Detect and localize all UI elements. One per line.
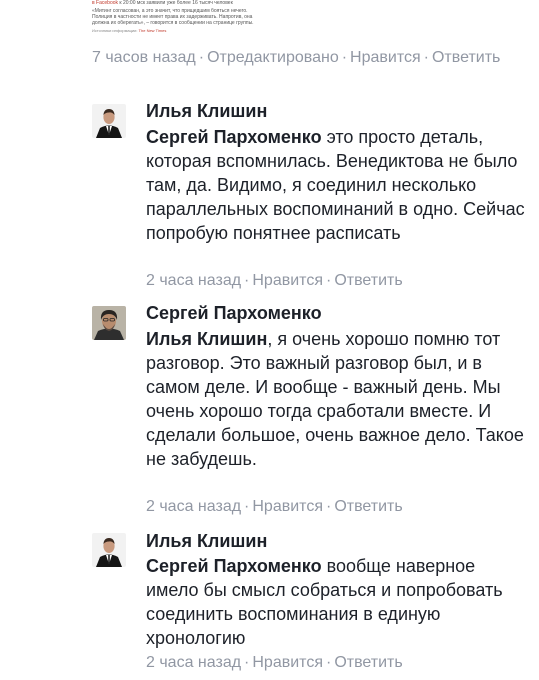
mention-link[interactable]: Сергей Пархоменко xyxy=(146,127,322,147)
reply-link[interactable]: Ответить xyxy=(432,49,500,66)
comment-body-text: , я очень хорошо помню тот разговор. Это… xyxy=(146,329,524,469)
comment-meta: 2 часа назад · Нравится · Ответить xyxy=(146,652,526,673)
like-link[interactable]: Нравится xyxy=(252,654,323,671)
timestamp[interactable]: 7 часов назад xyxy=(92,49,196,66)
timestamp[interactable]: 2 часа назад xyxy=(146,654,241,671)
separator-dot: · xyxy=(325,654,332,671)
comment-meta: 2 часа назад · Нравится · Ответить xyxy=(146,270,526,291)
like-link[interactable]: Нравится xyxy=(252,498,323,515)
separator-dot: · xyxy=(244,498,250,515)
person-avatar-icon xyxy=(92,104,126,138)
embed-source-prefix: Источники информации: xyxy=(92,28,139,33)
separator-dot: · xyxy=(325,498,332,515)
top-comment-meta: 7 часов назад · Отредактировано · Нравится · О… xyxy=(92,47,512,68)
avatar[interactable] xyxy=(92,306,126,340)
comment-author[interactable]: Илья Клишин xyxy=(146,99,267,123)
embedded-article-snippet: в Facebook к 20:00 мск заявили уже более… xyxy=(92,0,270,38)
like-link[interactable]: Нравится xyxy=(252,272,323,289)
comment-text: Илья Клишин, я очень хорошо помню тот ра… xyxy=(146,327,531,471)
timestamp[interactable]: 2 часа назад xyxy=(146,498,241,515)
separator-dot: · xyxy=(244,272,250,289)
separator-dot: · xyxy=(423,49,429,66)
mention-link[interactable]: Илья Клишин xyxy=(146,329,267,349)
embed-line-1: в Facebook к 20:00 мск заявили уже более… xyxy=(92,0,270,6)
reply-link[interactable]: Ответить xyxy=(334,654,402,671)
like-link[interactable]: Нравится xyxy=(350,49,421,66)
comment-author[interactable]: Сергей Пархоменко xyxy=(146,301,322,325)
person-avatar-icon xyxy=(92,533,126,567)
embed-line-4: должна их оберегать», – говорится в сооб… xyxy=(92,20,254,26)
embed-source-link[interactable]: The New Times xyxy=(139,28,167,33)
comment-text: Сергей Пархоменко вообще наверное имело … xyxy=(146,554,531,650)
separator-dot: · xyxy=(244,654,250,671)
reply-link[interactable]: Ответить xyxy=(334,272,402,289)
comment-meta: 2 часа назад · Нравится · Ответить xyxy=(146,496,526,517)
embed-facebook-link[interactable]: в Facebook xyxy=(92,0,118,6)
comment-author[interactable]: Илья Клишин xyxy=(146,529,267,553)
avatar[interactable] xyxy=(92,533,126,567)
separator-dot: · xyxy=(198,49,205,66)
timestamp[interactable]: 2 часа назад xyxy=(146,272,241,289)
comment-text: Сергей Пархоменко это просто деталь, кот… xyxy=(146,125,531,245)
separator-dot: · xyxy=(325,272,332,289)
embed-source-line: Источники информации: The New Times xyxy=(92,28,270,34)
separator-dot: · xyxy=(341,49,348,66)
person-avatar-icon xyxy=(92,306,126,340)
avatar[interactable] xyxy=(92,104,126,138)
mention-link[interactable]: Сергей Пархоменко xyxy=(146,556,322,576)
reply-link[interactable]: Ответить xyxy=(334,498,402,515)
edited-link[interactable]: Отредактировано xyxy=(207,49,339,66)
embed-line-1-text: к 20:00 мск заявили уже более 16 тысяч ч… xyxy=(118,0,233,6)
